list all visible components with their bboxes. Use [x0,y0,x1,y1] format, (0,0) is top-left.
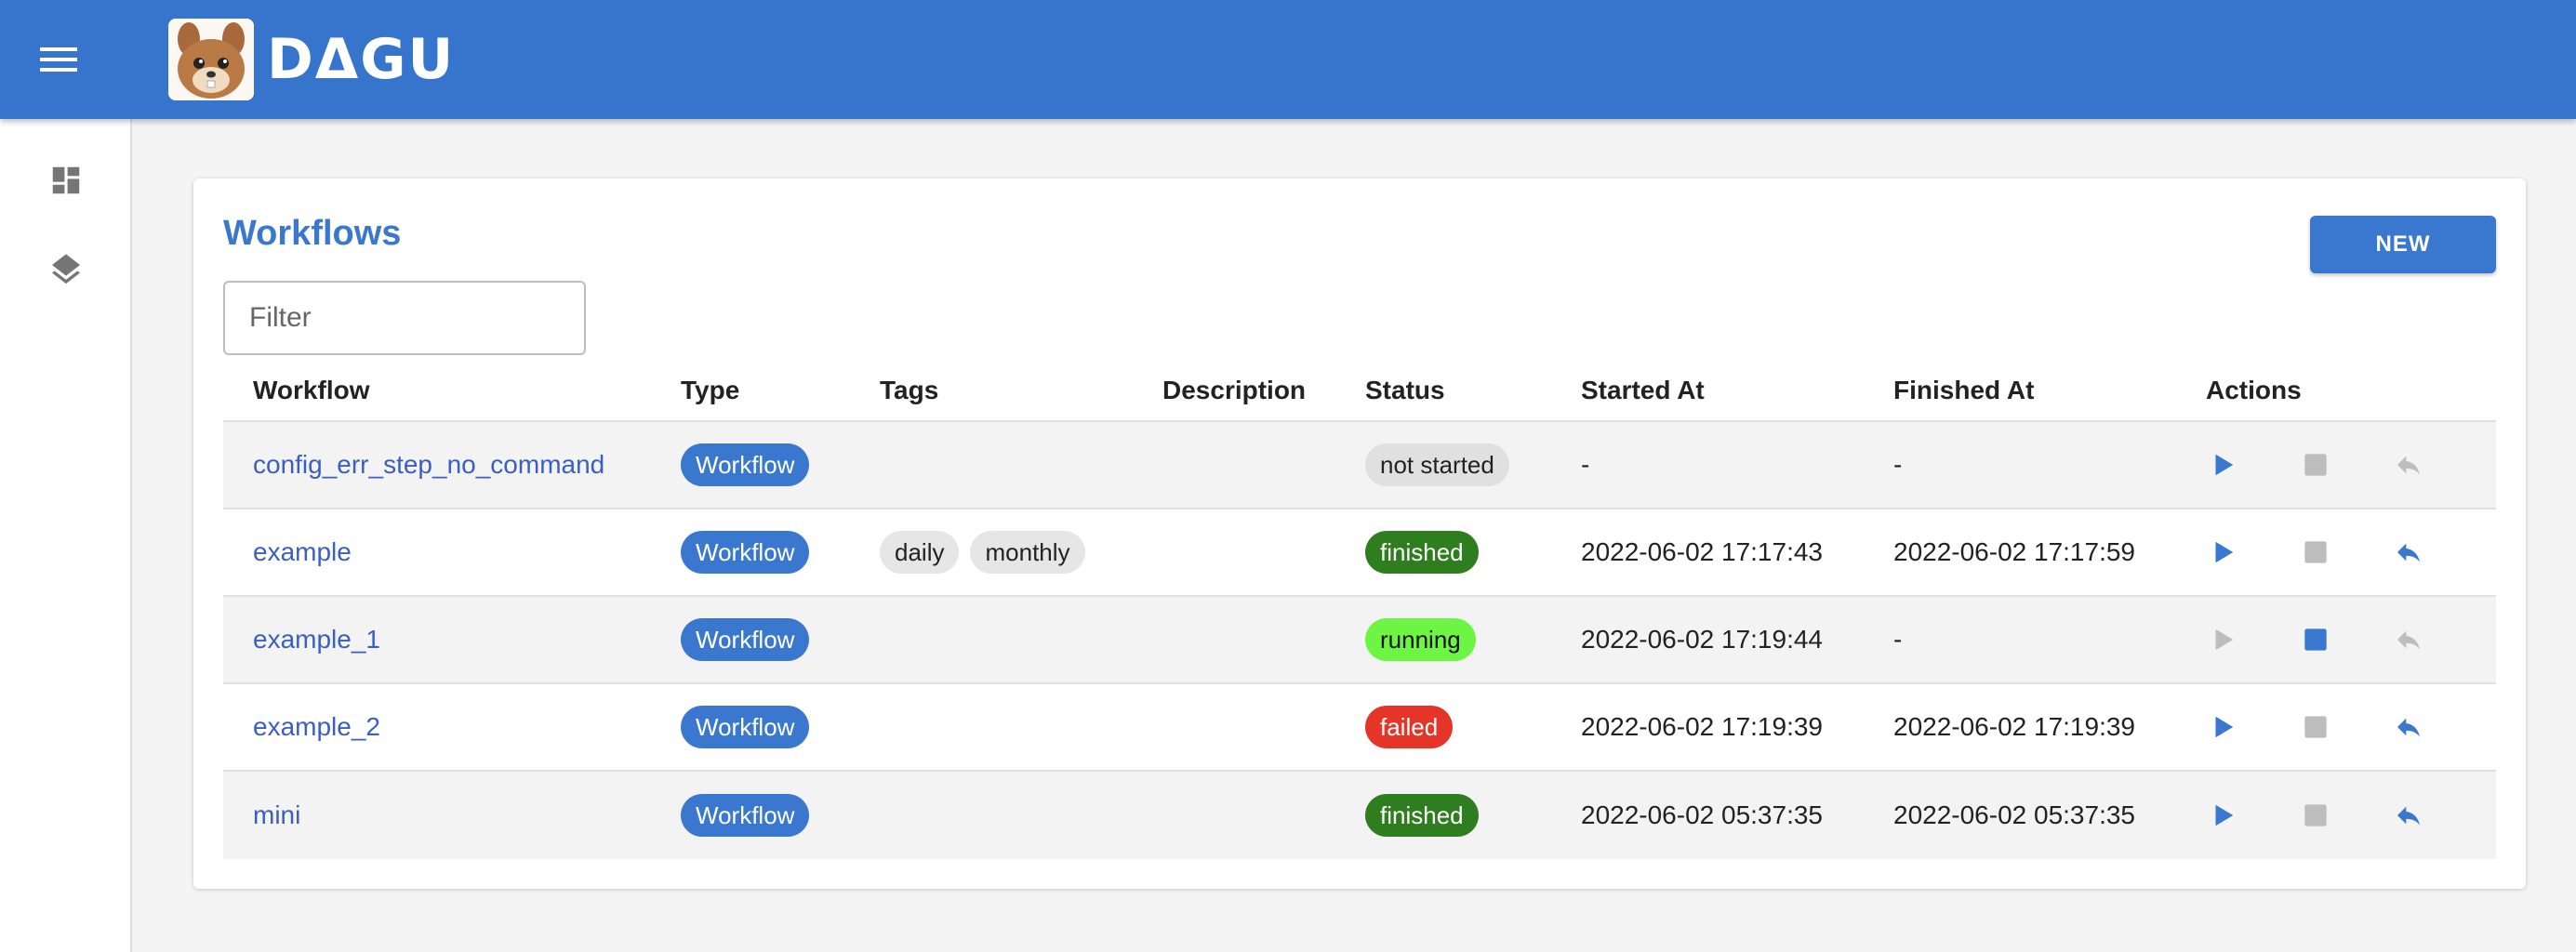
sidebar-item-workflows[interactable] [0,225,132,314]
retry-button[interactable] [2362,524,2455,580]
status-badge: running [1365,618,1476,661]
header-started-at[interactable]: Started At [1551,376,1864,405]
retry-icon [2397,718,2420,737]
finished-at-cell: 2022-06-02 17:19:39 [1893,712,2135,741]
app-logo-text: DΔGU [267,27,456,92]
table-row: example_1 Workflow running 2022-06-02 17… [223,597,2496,684]
finished-at-cell: 2022-06-02 17:17:59 [1893,537,2135,566]
stop-icon [2304,804,2327,826]
header-type[interactable]: Type [651,376,850,405]
dashboard-icon [52,166,80,194]
retry-button[interactable] [2362,612,2455,668]
sidebar [0,119,132,952]
finished-at-cell: - [1893,450,1903,479]
play-icon [2215,454,2234,476]
stop-button[interactable] [2269,524,2362,580]
header-tags: Tags [880,376,939,404]
stop-icon [2304,628,2327,651]
stop-button[interactable] [2269,787,2362,843]
filter-input[interactable] [223,281,586,355]
start-button[interactable] [2176,787,2269,843]
status-badge: not started [1365,443,1509,486]
start-button[interactable] [2176,612,2269,668]
retry-icon [2397,456,2420,475]
started-at-cell: - [1581,450,1590,479]
workflow-link[interactable]: mini [253,800,300,830]
tag-chip[interactable]: daily [880,531,960,574]
header-description: Description [1162,376,1307,404]
header-finished-at[interactable]: Finished At [1864,376,2176,405]
stop-icon [2304,541,2327,563]
start-button[interactable] [2176,699,2269,755]
tags-cell: daily monthly [850,531,1133,574]
retry-button[interactable] [2362,699,2455,755]
tag-chip[interactable]: monthly [970,531,1085,574]
start-button[interactable] [2176,437,2269,493]
header-workflow[interactable]: Workflow [223,376,651,405]
workflow-link[interactable]: example_2 [253,712,380,742]
hamburger-menu-icon [40,47,77,72]
type-chip: Workflow [681,706,810,748]
table-row: example Workflow daily monthly finished 2… [223,509,2496,597]
status-badge: failed [1365,706,1454,748]
retry-icon [2397,543,2420,562]
retry-button[interactable] [2362,787,2455,843]
stop-button[interactable] [2269,612,2362,668]
table-header: Workflow Type Tags Description Status St… [223,361,2496,422]
workflow-link[interactable]: config_err_step_no_command [253,450,604,480]
workflow-link[interactable]: example [253,537,352,567]
finished-at-cell: 2022-06-02 05:37:35 [1893,800,2135,829]
dagu-mascot-logo [168,19,254,100]
play-icon [2215,628,2234,651]
started-at-cell: 2022-06-02 05:37:35 [1581,800,1823,829]
type-chip: Workflow [681,443,810,486]
app-bar: DΔGU [0,0,2576,119]
table-body: config_err_step_no_command Workflow not … [223,422,2496,859]
table-row: example_2 Workflow failed 2022-06-02 17:… [223,684,2496,772]
type-chip: Workflow [681,794,810,837]
table-row: mini Workflow finished 2022-06-02 05:37:… [223,772,2496,859]
type-chip: Workflow [681,618,810,661]
status-badge: finished [1365,794,1479,837]
page-title: Workflows [223,214,402,253]
retry-icon [2397,806,2420,826]
retry-button[interactable] [2362,437,2455,493]
started-at-cell: 2022-06-02 17:19:39 [1581,712,1823,741]
play-icon [2215,716,2234,738]
stop-icon [2304,454,2327,476]
sidebar-item-dashboard[interactable] [0,136,132,225]
workflows-table: Workflow Type Tags Description Status St… [223,361,2496,859]
status-badge: finished [1365,531,1479,574]
stop-icon [2304,716,2327,738]
menu-button[interactable] [29,30,88,89]
stop-button[interactable] [2269,699,2362,755]
finished-at-cell: - [1893,625,1903,654]
play-icon [2215,804,2234,826]
workflow-link[interactable]: example_1 [253,625,380,654]
table-row: config_err_step_no_command Workflow not … [223,422,2496,509]
start-button[interactable] [2176,524,2269,580]
header-actions: Actions [2206,376,2302,404]
workflows-card: Workflows NEW Workflow Type Tags Descrip… [193,178,2526,889]
app-logo[interactable]: DΔGU [168,19,455,100]
retry-icon [2397,630,2420,650]
new-workflow-button[interactable]: NEW [2310,216,2496,273]
layers-icon [52,254,80,284]
started-at-cell: 2022-06-02 17:17:43 [1581,537,1823,566]
stop-button[interactable] [2269,437,2362,493]
header-status[interactable]: Status [1335,376,1551,405]
type-chip: Workflow [681,531,810,574]
started-at-cell: 2022-06-02 17:19:44 [1581,625,1823,654]
play-icon [2215,541,2234,563]
